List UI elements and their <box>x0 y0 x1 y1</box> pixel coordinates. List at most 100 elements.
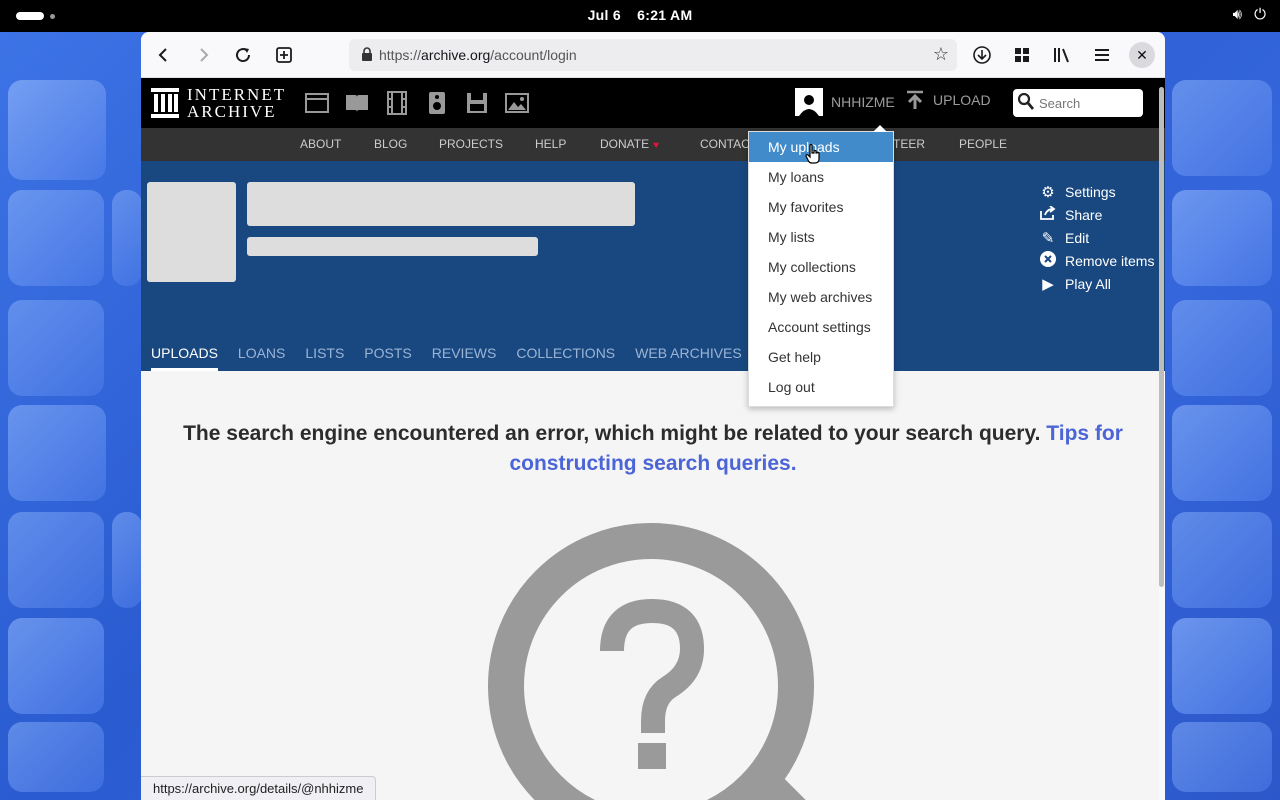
nav-help[interactable]: HELP <box>535 137 566 151</box>
system-tray[interactable]: 🔊︎ ⏻ <box>1233 6 1266 23</box>
system-top-bar: Jul 6 6:21 AM 🔊︎ ⏻ <box>0 0 1280 32</box>
wallpaper-shape <box>1172 190 1272 286</box>
library-icon <box>1054 48 1069 63</box>
downloads-button[interactable] <box>967 40 997 70</box>
menu-item-my-favorites[interactable]: My favorites <box>749 192 893 222</box>
tab-reviews[interactable]: REVIEWS <box>432 345 497 371</box>
remove-items-action[interactable]: Remove items <box>1039 249 1154 272</box>
share-label: Share <box>1065 206 1103 223</box>
profile-actions: ⚙ Settings Share ✎ Edit Remove items ▶ P… <box>1039 180 1154 295</box>
archive-temple-icon <box>151 88 179 118</box>
tab-posts[interactable]: POSTS <box>364 345 411 371</box>
ia-nav-bar: ABOUT BLOG PROJECTS HELP DONATE ♥ CONTAC … <box>141 128 1165 161</box>
menu-item-my-loans[interactable]: My loans <box>749 162 893 192</box>
address-bar[interactable]: https://archive.org/account/login ☆ <box>349 39 957 71</box>
play-all-label: Play All <box>1065 275 1111 292</box>
bookmark-star-icon[interactable]: ☆ <box>933 44 949 65</box>
search-input[interactable] <box>1039 93 1139 113</box>
nav-contact[interactable]: CONTAC <box>700 137 750 151</box>
play-icon: ▶ <box>1042 275 1054 293</box>
remove-circle-icon <box>1039 250 1057 271</box>
edit-action[interactable]: ✎ Edit <box>1039 226 1154 249</box>
menu-item-log-out[interactable]: Log out <box>749 372 893 402</box>
new-tab-button[interactable] <box>269 40 299 70</box>
wallpaper-shape <box>1172 80 1272 176</box>
person-icon <box>799 95 819 116</box>
menu-item-my-lists[interactable]: My lists <box>749 222 893 252</box>
texts-book-icon[interactable] <box>345 91 369 115</box>
wallpaper-shape <box>8 512 104 608</box>
upload-arrow-icon <box>907 90 923 109</box>
profile-tabs: UPLOADS LOANS LISTS POSTS REVIEWS COLLEC… <box>151 345 742 371</box>
profile-subtitle-placeholder <box>247 237 538 256</box>
audio-speaker-icon[interactable] <box>425 91 449 115</box>
images-icon[interactable] <box>505 91 529 115</box>
reload-icon <box>236 48 251 63</box>
ia-header: INTERNET ARCHIVE NHHIZME UPLOAD <box>141 78 1165 128</box>
menu-item-account-settings[interactable]: Account settings <box>749 312 893 342</box>
menu-item-my-uploads[interactable]: My uploads <box>749 132 893 162</box>
menu-item-my-web-archives[interactable]: My web archives <box>749 282 893 312</box>
lock-icon <box>361 47 373 64</box>
nav-projects[interactable]: PROJECTS <box>439 137 503 151</box>
tab-collections[interactable]: COLLECTIONS <box>516 345 615 371</box>
extensions-button[interactable] <box>1007 40 1037 70</box>
nav-about[interactable]: ABOUT <box>300 137 341 151</box>
reload-button[interactable] <box>228 40 258 70</box>
forward-button[interactable] <box>188 40 218 70</box>
wallpaper-shape <box>1172 618 1272 714</box>
gear-icon: ⚙ <box>1041 183 1055 201</box>
system-clock[interactable]: Jul 6 6:21 AM <box>0 7 1280 23</box>
video-film-icon[interactable] <box>385 91 409 115</box>
search-icon <box>1017 92 1035 116</box>
media-type-icons <box>305 91 529 115</box>
menu-item-my-collections[interactable]: My collections <box>749 252 893 282</box>
upload-button[interactable]: UPLOAD <box>905 90 991 110</box>
username-label: NHHIZME <box>831 94 895 110</box>
back-button[interactable] <box>149 40 179 70</box>
share-action[interactable]: Share <box>1039 203 1154 226</box>
profile-banner: ⚙ Settings Share ✎ Edit Remove items ▶ P… <box>141 161 1165 371</box>
wallpaper-shape <box>8 190 104 286</box>
user-dropdown-menu: My uploads My loans My favorites My list… <box>748 125 894 407</box>
wallpaper-shape <box>8 722 104 792</box>
library-button[interactable] <box>1047 40 1077 70</box>
nav-donate[interactable]: DONATE ♥ <box>600 137 659 151</box>
upload-label: UPLOAD <box>933 92 991 108</box>
menu-item-get-help[interactable]: Get help <box>749 342 893 372</box>
page-scrollbar[interactable] <box>1159 87 1164 587</box>
tab-loans[interactable]: LOANS <box>238 345 285 371</box>
edit-label: Edit <box>1065 229 1090 246</box>
hamburger-menu-icon <box>1095 49 1109 61</box>
software-disk-icon[interactable] <box>465 91 489 115</box>
forward-arrow-icon <box>200 48 209 62</box>
hand-pointer-icon <box>805 143 821 169</box>
nav-donate-label: DONATE <box>600 137 650 151</box>
user-menu-toggle[interactable]: NHHIZME <box>795 88 895 116</box>
url-host: archive.org <box>421 47 491 63</box>
play-all-action[interactable]: ▶ Play All <box>1039 272 1154 295</box>
wallpaper-shape <box>1172 405 1272 501</box>
power-icon: ⏻ <box>1254 6 1266 23</box>
profile-title-placeholder <box>247 182 635 226</box>
main-content: The search engine encountered an error, … <box>141 371 1159 800</box>
tab-uploads[interactable]: UPLOADS <box>151 345 218 371</box>
tab-lists[interactable]: LISTS <box>305 345 344 371</box>
web-icon[interactable] <box>305 91 329 115</box>
nav-volunteer[interactable]: TEER <box>893 137 925 151</box>
volume-icon: 🔊︎ <box>1232 6 1243 23</box>
question-magnifier-icon <box>488 523 814 800</box>
wallpaper-shape <box>112 512 142 608</box>
user-avatar <box>795 88 823 116</box>
menu-button[interactable] <box>1087 40 1117 70</box>
tab-web-archives[interactable]: WEB ARCHIVES <box>635 345 742 371</box>
nav-people[interactable]: PEOPLE <box>959 137 1007 151</box>
back-arrow-icon <box>158 48 167 62</box>
settings-action[interactable]: ⚙ Settings <box>1039 180 1154 203</box>
settings-label: Settings <box>1065 183 1116 200</box>
url-path: /account/login <box>490 47 577 63</box>
window-close-button[interactable]: ✕ <box>1129 42 1155 68</box>
nav-blog[interactable]: BLOG <box>374 137 407 151</box>
wallpaper-shape <box>1172 512 1272 608</box>
ia-logo[interactable]: INTERNET ARCHIVE <box>151 86 286 120</box>
